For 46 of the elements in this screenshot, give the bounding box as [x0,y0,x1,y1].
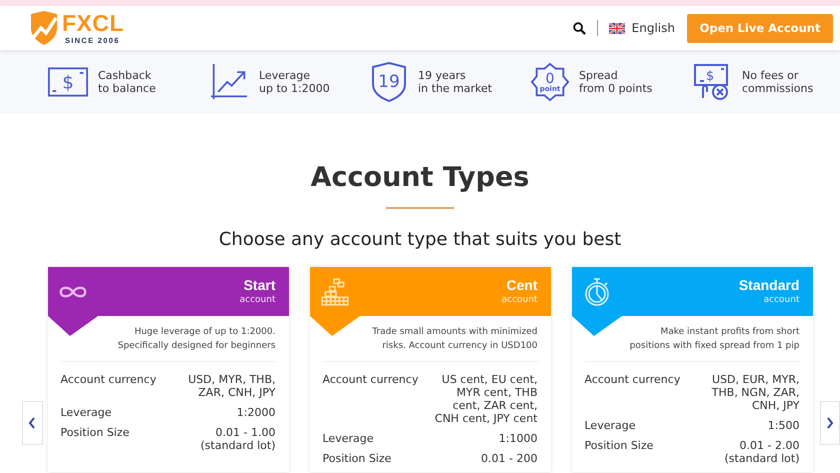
shield-badge-icon: 19 [370,62,408,102]
spec-label: Leverage [322,432,374,445]
chevron-right-icon [826,417,834,429]
spec-label: Leverage [584,419,636,432]
card-description: Make instant profits from short positions with fixed spread from 1 pip [628,326,800,353]
flag-icon [608,22,625,34]
growth-chart-icon [209,64,249,100]
feature-text: No fees or commissions [742,69,814,95]
spec-value: USD, MYR, THB, ZAR, CNH, JPY [188,373,276,399]
card-description: Trade small amounts with minimized risks. Account currency in USD100 [371,326,538,353]
next-button[interactable] [820,401,840,445]
logo-wordmark: FXCL [62,12,124,35]
spec-value: 1:1000 [498,432,538,445]
logo-shield-icon [28,10,60,46]
spec-value: 0.01 - 1.00 (standard lot) [200,426,276,452]
spec-label: Leverage [60,406,112,419]
feature-text: Spread from 0 points [579,69,652,95]
card-description: Huge leverage of up to 1:2000. Specifically designed for beginners [116,326,276,353]
spec-label: Account currency [60,373,156,388]
spec-label: Account currency [322,373,418,388]
spec-label: Position Size [584,439,654,454]
feature-text: Cashback to balance [98,69,156,95]
account-suffix: account [764,294,800,306]
account-name: Start [244,276,276,292]
section-title: Account Types [310,161,530,195]
blocks-icon [320,276,350,306]
section-subtitle: Choose any account type that suits you best [218,229,622,251]
spec-value: 0.01 - 200 [481,452,538,465]
feature-text: 19 years in the market [418,69,492,95]
account-suffix: account [240,294,276,306]
feature-text: Leverage up to 1:2000 [259,69,330,95]
spec-label: Position Size [322,452,392,465]
previous-button[interactable] [22,401,42,445]
spec-value: 0.01 - 2.00 (standard lot) [724,439,800,465]
spec-value: 1:2000 [236,406,276,419]
language-link[interactable]: English [632,21,675,35]
account-name: Cent [506,276,538,292]
chevron-left-icon [28,417,36,429]
spec-value: US cent, EU cent, MYR cent, THB cent, ZAR cent, CNH cent, JPY cent [434,373,538,425]
account-name: Standard [738,276,800,292]
search-icon[interactable] [572,22,586,34]
spec-label: Account currency [584,373,680,388]
spec-label: Position Size [60,426,130,441]
spec-value: 1:500 [768,419,800,432]
account-suffix: account [502,294,538,306]
spec-value: USD, EUR, MYR, THB, NGN, ZAR, CNH, JPY [712,373,800,412]
